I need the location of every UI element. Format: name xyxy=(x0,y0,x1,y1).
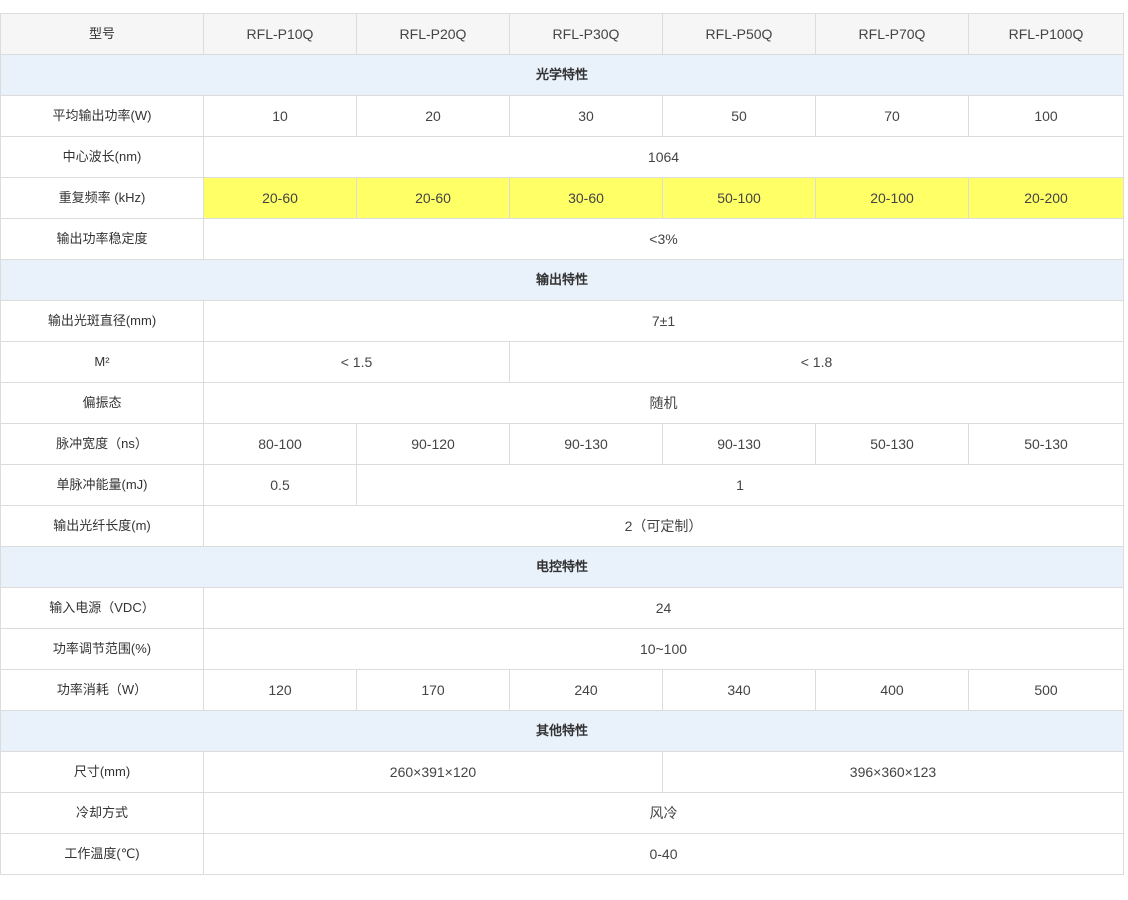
table-cell: 396×360×123 xyxy=(662,751,1124,793)
table-cell: 1 xyxy=(356,464,1124,506)
table-cell: 340 xyxy=(662,669,816,711)
table-cell: 2（可定制） xyxy=(203,505,1124,547)
row-label: 平均输出功率(W) xyxy=(0,95,204,137)
table-cell: 90-130 xyxy=(662,423,816,465)
spec-table: 型号 RFL-P10Q RFL-P20Q RFL-P30Q RFL-P50Q R… xyxy=(0,13,1124,875)
highlighted-cell: 20-60 xyxy=(356,177,510,219)
table-row: 功率消耗（W） 120 170 240 340 400 500 xyxy=(0,669,1124,711)
table-row: 单脉冲能量(mJ) 0.5 1 xyxy=(0,464,1124,506)
table-row: 输出光斑直径(mm) 7±1 xyxy=(0,300,1124,342)
row-label: 偏振态 xyxy=(0,382,204,424)
table-row: 输出光纤长度(m) 2（可定制） xyxy=(0,505,1124,547)
model-header-cell: RFL-P10Q xyxy=(203,13,357,55)
table-row: 输出功率稳定度 <3% xyxy=(0,218,1124,260)
table-cell: 80-100 xyxy=(203,423,357,465)
section-header-row: 光学特性 xyxy=(0,54,1124,96)
table-cell: 风冷 xyxy=(203,792,1124,834)
table-row: 脉冲宽度（ns） 80-100 90-120 90-130 90-130 50-… xyxy=(0,423,1124,465)
row-label: 中心波长(nm) xyxy=(0,136,204,178)
table-row: 功率调节范围(%) 10~100 xyxy=(0,628,1124,670)
table-cell: 20 xyxy=(356,95,510,137)
section-header-row: 其他特性 xyxy=(0,710,1124,752)
table-cell: 70 xyxy=(815,95,969,137)
section-title-other: 其他特性 xyxy=(0,710,1124,752)
model-header-cell: RFL-P20Q xyxy=(356,13,510,55)
section-header-row: 输出特性 xyxy=(0,259,1124,301)
model-header-cell: RFL-P70Q xyxy=(815,13,969,55)
row-label: 输出功率稳定度 xyxy=(0,218,204,260)
row-label: 功率调节范围(%) xyxy=(0,628,204,670)
highlighted-cell: 30-60 xyxy=(509,177,663,219)
model-header-cell: RFL-P30Q xyxy=(509,13,663,55)
table-cell: 50-130 xyxy=(815,423,969,465)
section-title-output: 输出特性 xyxy=(0,259,1124,301)
table-cell: < 1.8 xyxy=(509,341,1124,383)
table-cell: 120 xyxy=(203,669,357,711)
table-cell: 随机 xyxy=(203,382,1124,424)
table-cell: 7±1 xyxy=(203,300,1124,342)
row-label: M² xyxy=(0,341,204,383)
table-cell: 24 xyxy=(203,587,1124,629)
model-header-cell: RFL-P100Q xyxy=(968,13,1124,55)
highlighted-cell: 20-200 xyxy=(968,177,1124,219)
table-row: 工作温度(℃) 0-40 xyxy=(0,833,1124,875)
table-cell: 170 xyxy=(356,669,510,711)
table-cell: 500 xyxy=(968,669,1124,711)
table-header-row: 型号 RFL-P10Q RFL-P20Q RFL-P30Q RFL-P50Q R… xyxy=(0,13,1124,55)
model-header-cell: RFL-P50Q xyxy=(662,13,816,55)
highlighted-cell: 50-100 xyxy=(662,177,816,219)
row-label: 冷却方式 xyxy=(0,792,204,834)
row-label: 功率消耗（W） xyxy=(0,669,204,711)
table-row: 冷却方式 风冷 xyxy=(0,792,1124,834)
table-cell: 260×391×120 xyxy=(203,751,663,793)
row-label: 输出光斑直径(mm) xyxy=(0,300,204,342)
table-cell: 100 xyxy=(968,95,1124,137)
section-title-optical: 光学特性 xyxy=(0,54,1124,96)
row-label: 工作温度(℃) xyxy=(0,833,204,875)
table-cell: 240 xyxy=(509,669,663,711)
table-row: 输入电源（VDC） 24 xyxy=(0,587,1124,629)
row-label: 输出光纤长度(m) xyxy=(0,505,204,547)
table-cell: 1064 xyxy=(203,136,1124,178)
row-label: 脉冲宽度（ns） xyxy=(0,423,204,465)
table-row: 平均输出功率(W) 10 20 30 50 70 100 xyxy=(0,95,1124,137)
table-row: 偏振态 随机 xyxy=(0,382,1124,424)
table-cell: 30 xyxy=(509,95,663,137)
section-header-row: 电控特性 xyxy=(0,546,1124,588)
table-cell: 400 xyxy=(815,669,969,711)
table-cell: 50 xyxy=(662,95,816,137)
table-cell: < 1.5 xyxy=(203,341,510,383)
table-cell: 90-130 xyxy=(509,423,663,465)
table-row: 重复频率 (kHz) 20-60 20-60 30-60 50-100 20-1… xyxy=(0,177,1124,219)
section-title-electrical: 电控特性 xyxy=(0,546,1124,588)
table-row: 尺寸(mm) 260×391×120 396×360×123 xyxy=(0,751,1124,793)
header-label-cell: 型号 xyxy=(0,13,204,55)
table-row: 中心波长(nm) 1064 xyxy=(0,136,1124,178)
highlighted-cell: 20-100 xyxy=(815,177,969,219)
table-cell: 0.5 xyxy=(203,464,357,506)
row-label: 尺寸(mm) xyxy=(0,751,204,793)
table-cell: 0-40 xyxy=(203,833,1124,875)
row-label: 输入电源（VDC） xyxy=(0,587,204,629)
row-label: 单脉冲能量(mJ) xyxy=(0,464,204,506)
table-cell: <3% xyxy=(203,218,1124,260)
table-row: M² < 1.5 < 1.8 xyxy=(0,341,1124,383)
table-cell: 90-120 xyxy=(356,423,510,465)
table-cell: 50-130 xyxy=(968,423,1124,465)
table-cell: 10 xyxy=(203,95,357,137)
table-cell: 10~100 xyxy=(203,628,1124,670)
highlighted-cell: 20-60 xyxy=(203,177,357,219)
row-label: 重复频率 (kHz) xyxy=(0,177,204,219)
